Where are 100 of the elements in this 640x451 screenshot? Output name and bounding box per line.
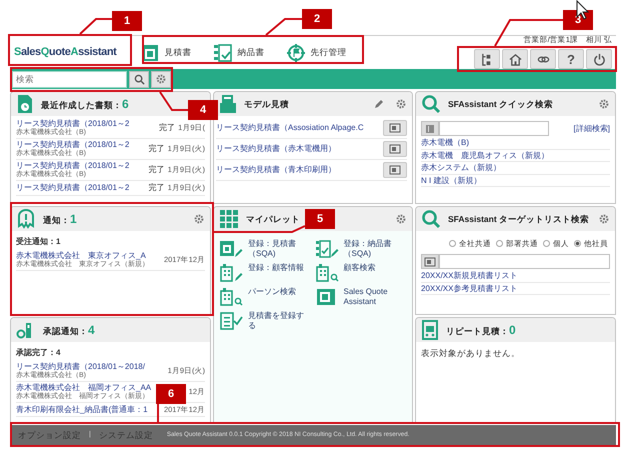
list-link[interactable]: 赤木電機（B) bbox=[421, 138, 469, 148]
list-link[interactable]: 赤木電機 鹿児島オフィス（新規） bbox=[421, 150, 549, 160]
list-link[interactable]: リース契約見積書（2018/01～2 bbox=[16, 183, 130, 193]
power-button[interactable] bbox=[586, 49, 612, 69]
document-icon bbox=[16, 94, 34, 114]
panel-title: 最近作成した書類：6 bbox=[41, 96, 129, 113]
hierarchy-icon[interactable] bbox=[480, 52, 494, 66]
radio-button[interactable] bbox=[449, 240, 456, 248]
section-label: 承認完了：4 bbox=[16, 347, 62, 359]
radio-button[interactable] bbox=[543, 240, 550, 248]
radio-button[interactable] bbox=[574, 240, 581, 248]
list-link[interactable]: リース契約見積書（2018/01～2018/ bbox=[16, 362, 145, 372]
settings-icon[interactable] bbox=[599, 99, 609, 109]
list-link[interactable]: 20XX/XX参考見積書リスト bbox=[421, 284, 518, 294]
search-field[interactable] bbox=[439, 254, 610, 270]
leader-line bbox=[157, 404, 159, 422]
section-label: 受注通知：1 bbox=[16, 236, 62, 248]
hierarchy-button[interactable] bbox=[474, 49, 500, 69]
palette-item[interactable]: 見積書を登録する bbox=[219, 311, 312, 331]
leader-line bbox=[265, 18, 302, 36]
panel-title: 通知：1 bbox=[43, 211, 77, 228]
home-button[interactable] bbox=[502, 49, 528, 69]
callout-number: 6 bbox=[156, 384, 186, 404]
target-icon bbox=[286, 42, 306, 62]
status-text: 完了 bbox=[148, 182, 165, 194]
panel-title: マイパレット bbox=[246, 212, 300, 226]
nav-link[interactable]: 見積書 bbox=[140, 42, 192, 62]
panel-title: 承認通知：4 bbox=[43, 322, 95, 339]
palette-item[interactable]: 登録：見積書（SQA) bbox=[219, 239, 312, 259]
building-pencil-icon bbox=[219, 263, 245, 283]
checklist-check-icon bbox=[219, 311, 245, 331]
copy-button[interactable] bbox=[383, 120, 407, 136]
palette-item[interactable]: パーソン検索 bbox=[219, 287, 312, 307]
nav-link[interactable]: 納品書 bbox=[213, 42, 264, 62]
settings-icon[interactable] bbox=[194, 214, 204, 224]
building-search-icon bbox=[314, 263, 340, 283]
radio-button[interactable] bbox=[496, 240, 503, 248]
logo: SalesQuoteAssistant bbox=[14, 46, 116, 59]
panel-title: SFAssistant ターゲットリスト検索 bbox=[448, 212, 590, 226]
callout-number: 4 bbox=[188, 100, 218, 120]
leader-line bbox=[159, 91, 188, 111]
book-icon bbox=[425, 124, 435, 134]
link-button[interactable] bbox=[530, 49, 556, 69]
search-icon bbox=[421, 94, 441, 114]
palette-item[interactable]: 登録：顧客情報 bbox=[219, 263, 312, 283]
grid-icon bbox=[219, 209, 239, 229]
list-link[interactable]: リース契約見積書（2018/01～2 bbox=[16, 119, 130, 129]
home-icon[interactable] bbox=[508, 52, 522, 66]
list-link[interactable]: リース契約見積書（Assosiation Alpage.C bbox=[216, 123, 364, 133]
status-text: 完了 bbox=[159, 122, 176, 134]
search-button[interactable] bbox=[129, 70, 149, 88]
pencil-icon[interactable] bbox=[374, 99, 384, 109]
cart-icon bbox=[421, 320, 439, 340]
palette-item[interactable]: Sales Quote Assistant bbox=[314, 287, 407, 307]
checklist-pencil-icon bbox=[314, 239, 340, 259]
list-link[interactable]: 青木印刷有限会社_納品書(普通車：1 bbox=[16, 404, 148, 414]
settings-icon[interactable] bbox=[599, 214, 609, 224]
settings-icon[interactable] bbox=[396, 99, 406, 109]
nav-link[interactable]: 先行管理 bbox=[286, 42, 346, 62]
palette-item[interactable]: 登録：納品書（SQA) bbox=[314, 239, 407, 259]
palette-item[interactable]: 顧客検索 bbox=[314, 263, 407, 283]
status-text: 完了 bbox=[148, 164, 165, 176]
copy-button[interactable] bbox=[383, 141, 407, 157]
document-icon bbox=[424, 256, 436, 267]
list-link[interactable]: N I 建設（新規） bbox=[421, 176, 482, 186]
help-button[interactable]: ? bbox=[558, 49, 584, 69]
callout-number: 5 bbox=[305, 209, 335, 229]
panel-title: リピート見積：0 bbox=[446, 322, 516, 339]
search-field[interactable]: 検索 bbox=[12, 70, 127, 88]
callout-number: 2 bbox=[302, 9, 332, 29]
checklist-icon bbox=[213, 42, 234, 62]
list-link[interactable]: リース契約見積書（青木印刷用） bbox=[216, 165, 336, 175]
list-link[interactable]: 赤木システム（新規） bbox=[421, 163, 501, 173]
settings-button[interactable] bbox=[151, 70, 171, 88]
leader-line bbox=[79, 18, 112, 35]
detail-search-link[interactable]: [詳細検索] bbox=[574, 122, 610, 134]
settings-icon[interactable] bbox=[156, 74, 166, 84]
search-field[interactable] bbox=[439, 121, 549, 136]
callout-number: 1 bbox=[112, 11, 142, 31]
building-search-icon bbox=[219, 287, 245, 307]
search-icon bbox=[421, 209, 441, 229]
status-text: 完了 bbox=[148, 142, 165, 155]
copy-button[interactable] bbox=[383, 162, 407, 178]
panel-title: モデル見積 bbox=[244, 98, 289, 110]
folder-document-icon bbox=[219, 94, 237, 114]
list-link[interactable]: 20XX/XX新規見積書リスト bbox=[421, 271, 518, 281]
power-icon[interactable] bbox=[592, 52, 606, 66]
settings-icon[interactable] bbox=[396, 214, 406, 224]
list-link[interactable]: 赤木電機株式会社 福岡オフィス_AA bbox=[16, 382, 152, 393]
panel-title: SFAssistant クイック検索 bbox=[448, 98, 554, 110]
list-link[interactable]: リース契約見積書（2018/01～2 bbox=[16, 140, 130, 150]
empty-message: 表示対象がありません。 bbox=[421, 347, 521, 360]
list-link[interactable]: リース契約見積書（赤木電機用） bbox=[216, 144, 336, 154]
list-link[interactable]: リース契約見積書（2018/01～2 bbox=[16, 160, 130, 171]
document-icon bbox=[389, 165, 401, 175]
document-icon bbox=[389, 123, 401, 133]
search-icon[interactable] bbox=[134, 74, 144, 84]
list-link[interactable]: 赤木電機株式会社 東京オフィス_A bbox=[16, 251, 146, 261]
document-icon bbox=[389, 144, 401, 154]
alert-icon bbox=[16, 209, 36, 229]
